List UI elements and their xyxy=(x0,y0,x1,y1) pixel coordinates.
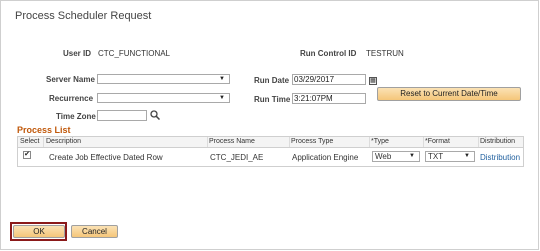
cancel-button[interactable]: Cancel xyxy=(71,225,118,238)
calendar-icon[interactable]: ▦ xyxy=(369,77,377,85)
run-time-input[interactable]: 3:21:07PM xyxy=(292,93,366,104)
chevron-down-icon: ▼ xyxy=(219,76,225,82)
column-header-type: *Type xyxy=(371,138,389,145)
row-process-type: Application Engine xyxy=(292,153,359,162)
process-list-title: Process List xyxy=(17,125,71,135)
chevron-down-icon: ▼ xyxy=(464,153,470,159)
ok-button[interactable]: OK xyxy=(13,225,65,238)
row-process-name: CTC_JEDI_AE xyxy=(210,153,264,162)
row-description: Create Job Effective Dated Row xyxy=(49,153,163,162)
format-value: TXT xyxy=(428,152,444,161)
distribution-link[interactable]: Distribution xyxy=(480,153,520,162)
server-name-label: Server Name xyxy=(46,75,95,84)
column-divider xyxy=(289,137,290,147)
column-header-description: Description xyxy=(46,138,82,145)
column-header-process-type: Process Type xyxy=(291,138,334,145)
run-date-input[interactable]: 03/29/2017 xyxy=(292,74,366,85)
recurrence-select[interactable]: ▼ xyxy=(97,93,230,103)
column-divider xyxy=(423,137,424,147)
time-zone-input[interactable] xyxy=(97,110,147,121)
column-divider xyxy=(478,137,479,147)
column-header-process-name: Process Name xyxy=(209,138,255,145)
user-id-value: CTC_FUNCTIONAL xyxy=(98,49,171,58)
page-title: Process Scheduler Request xyxy=(15,10,152,22)
process-list-header: Select Description Process Name Process … xyxy=(18,137,523,148)
run-control-id-label: Run Control ID xyxy=(300,49,357,58)
chevron-down-icon: ▼ xyxy=(409,153,415,159)
column-header-format: *Format xyxy=(425,138,450,145)
user-id-label: User ID xyxy=(63,49,92,58)
recurrence-label: Recurrence xyxy=(49,94,94,103)
column-divider xyxy=(43,137,44,147)
search-icon[interactable] xyxy=(150,110,160,120)
select-checkbox[interactable]: ✔ xyxy=(23,151,31,159)
type-select[interactable]: Web ▼ xyxy=(372,151,420,162)
column-divider xyxy=(207,137,208,147)
chevron-down-icon: ▼ xyxy=(219,95,225,101)
column-divider xyxy=(369,137,370,147)
server-name-select[interactable]: ▼ xyxy=(97,74,230,84)
run-control-id-value: TESTRUN xyxy=(366,49,404,58)
format-select[interactable]: TXT ▼ xyxy=(425,151,475,162)
page-frame xyxy=(0,0,539,250)
reset-date-time-button[interactable]: Reset to Current Date/Time xyxy=(377,87,521,101)
run-date-label: Run Date xyxy=(254,76,290,85)
run-time-label: Run Time xyxy=(254,95,291,104)
column-header-select: Select xyxy=(20,138,40,145)
time-zone-label: Time Zone xyxy=(56,112,96,121)
type-value: Web xyxy=(375,152,392,161)
process-list-grid: Select Description Process Name Process … xyxy=(17,136,524,167)
column-header-distribution: Distribution xyxy=(480,138,516,145)
